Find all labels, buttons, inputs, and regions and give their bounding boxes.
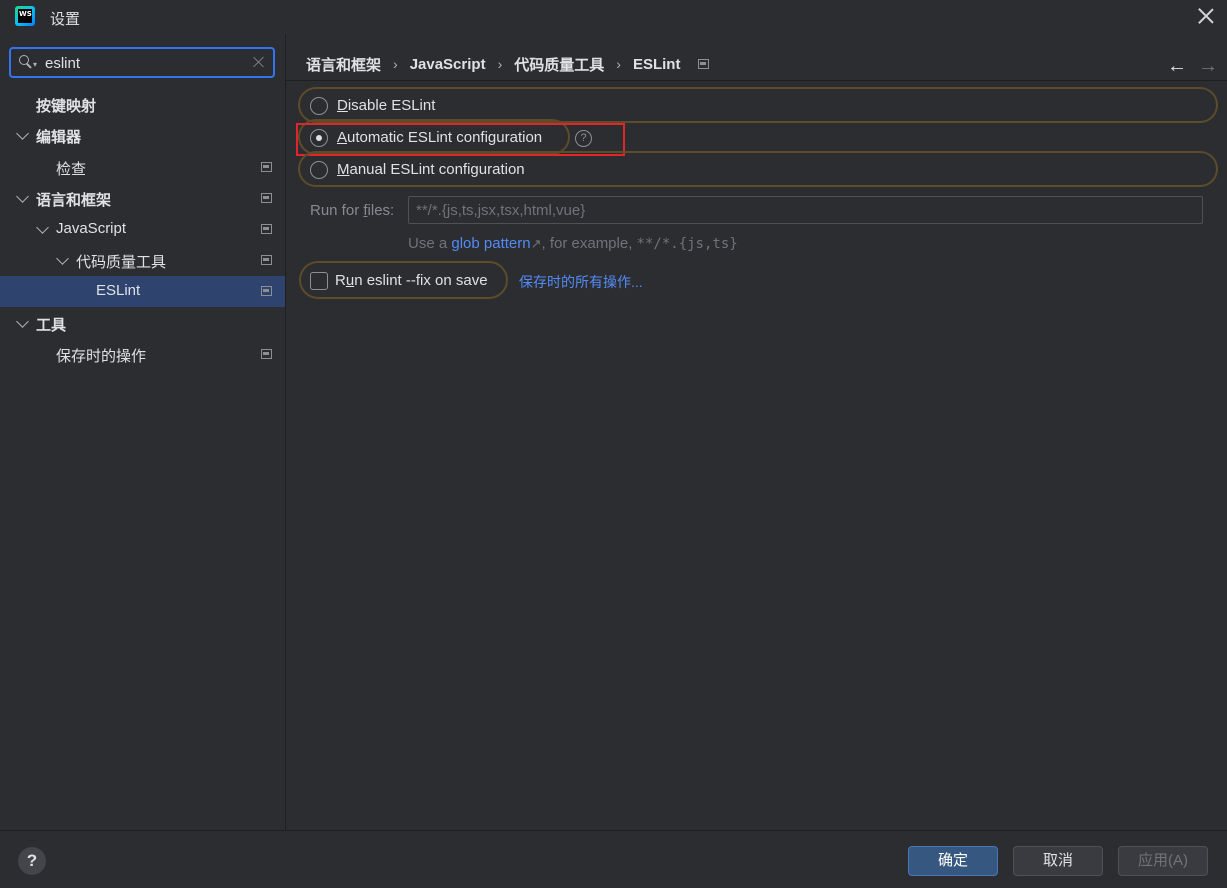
breadcrumb-separator: › — [616, 56, 621, 72]
breadcrumb-separator: › — [393, 56, 398, 72]
ok-button[interactable]: 确定 — [908, 846, 998, 876]
dialog-footer: ? 确定 取消 应用(A) — [0, 830, 1227, 888]
breadcrumb-item[interactable]: 语言和框架 — [306, 54, 381, 75]
breadcrumb-item[interactable]: 代码质量工具 — [514, 54, 604, 75]
settings-main-panel: 语言和框架 › JavaScript › 代码质量工具 › ESLint ← →… — [286, 34, 1227, 830]
sidebar-item-code-quality-tools[interactable]: 代码质量工具 — [0, 245, 285, 276]
chevron-down-icon[interactable] — [16, 315, 29, 328]
fix-on-save-label[interactable]: Run eslint --fix on save — [335, 272, 488, 289]
chevron-down-icon[interactable] — [16, 127, 29, 140]
help-button[interactable]: ? — [18, 847, 46, 875]
title-bar: WS 设置 — [0, 0, 1227, 34]
breadcrumb: 语言和框架 › JavaScript › 代码质量工具 › ESLint — [306, 54, 710, 75]
apply-button[interactable]: 应用(A) — [1118, 846, 1208, 876]
project-settings-icon — [698, 59, 710, 69]
back-arrow-icon[interactable]: ← — [1167, 55, 1187, 78]
manual-eslint-option[interactable]: Manual ESLint configuration — [298, 151, 1218, 187]
sidebar-item-label: 工具 — [36, 317, 67, 334]
all-actions-on-save-link[interactable]: 保存时的所有操作... — [519, 272, 643, 292]
settings-sidebar: ▾ 按键映射 编辑器 检查 语言和框架 JavaScript 代码质量工具 ES… — [0, 34, 285, 830]
sidebar-item-label: 检查 — [56, 161, 87, 178]
project-settings-icon — [261, 193, 272, 203]
sidebar-item-eslint[interactable]: ESLint — [0, 276, 285, 307]
sidebar-item-tools[interactable]: 工具 — [0, 308, 285, 339]
sidebar-item-actions-on-save[interactable]: 保存时的操作 — [0, 339, 285, 370]
external-link-icon: ↗ — [530, 236, 542, 251]
sidebar-item-javascript[interactable]: JavaScript — [0, 214, 285, 245]
search-input[interactable] — [45, 52, 245, 74]
manual-eslint-radio[interactable] — [310, 161, 328, 179]
sidebar-item-keymap[interactable]: 按键映射 — [0, 89, 285, 120]
project-settings-icon — [261, 255, 272, 265]
forward-arrow-icon[interactable]: → — [1198, 55, 1218, 78]
project-settings-icon — [261, 162, 272, 172]
close-icon[interactable] — [1197, 7, 1215, 25]
disable-eslint-radio[interactable] — [310, 97, 328, 115]
eslint-settings-content: Disable ESLint Automatic ESLint configur… — [286, 80, 1227, 830]
breadcrumb-item: ESLint — [632, 55, 681, 73]
run-for-files-label: Run for files: — [310, 202, 395, 219]
manual-eslint-label[interactable]: Manual ESLint configuration — [337, 161, 525, 178]
glob-pattern-hint: Use a glob pattern↗, for example, **/*.{… — [408, 235, 738, 252]
breadcrumb-item[interactable]: JavaScript — [410, 56, 486, 73]
sidebar-item-label: 编辑器 — [36, 129, 82, 146]
sidebar-item-label: ESLint — [96, 282, 141, 299]
sidebar-item-label: 代码质量工具 — [76, 254, 167, 271]
sidebar-item-inspections[interactable]: 检查 — [0, 152, 285, 183]
sidebar-item-editor[interactable]: 编辑器 — [0, 120, 285, 151]
sidebar-item-label: 保存时的操作 — [56, 348, 147, 365]
search-box[interactable]: ▾ — [9, 47, 275, 78]
webstorm-logo-icon: WS — [15, 6, 35, 26]
window-title: 设置 — [50, 11, 81, 28]
run-for-files-field[interactable]: **/*.{js,ts,jsx,tsx,html,vue} — [408, 196, 1203, 224]
cancel-button[interactable]: 取消 — [1013, 846, 1103, 876]
sidebar-item-languages-frameworks[interactable]: 语言和框架 — [0, 183, 285, 214]
fix-on-save-option[interactable]: Run eslint --fix on save — [299, 261, 508, 299]
sidebar-item-label: JavaScript — [56, 220, 127, 237]
breadcrumb-separator: › — [497, 56, 503, 72]
chevron-down-icon[interactable] — [16, 190, 29, 203]
project-settings-icon — [261, 286, 272, 296]
disable-eslint-option[interactable]: Disable ESLint — [298, 87, 1218, 123]
disable-eslint-label[interactable]: Disable ESLint — [337, 97, 435, 114]
clear-icon[interactable] — [253, 56, 265, 68]
search-icon[interactable]: ▾ — [19, 55, 37, 69]
glob-pattern-link[interactable]: glob pattern — [451, 235, 530, 252]
project-settings-icon — [261, 224, 272, 234]
sidebar-item-label: 语言和框架 — [36, 192, 112, 209]
sidebar-item-label: 按键映射 — [36, 98, 97, 115]
chevron-down-icon[interactable] — [56, 252, 69, 265]
fix-on-save-checkbox[interactable] — [310, 272, 328, 290]
project-settings-icon — [261, 349, 272, 359]
chevron-down-icon[interactable] — [36, 221, 49, 234]
